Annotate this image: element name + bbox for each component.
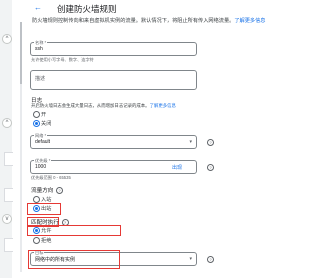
name-field[interactable]: 名称 * ssh bbox=[30, 40, 197, 56]
action-allow-label: 允许 bbox=[41, 228, 52, 234]
action-deny-label: 拒绝 bbox=[41, 238, 52, 244]
description-placeholder: 描述 bbox=[35, 76, 46, 82]
dropdown-icon: ▾ bbox=[189, 256, 192, 262]
panel-tab[interactable] bbox=[4, 238, 13, 252]
action-deny-radio[interactable] bbox=[33, 237, 40, 244]
logs-learn-more-link[interactable]: 了解更多信息 bbox=[150, 103, 176, 108]
help-icon[interactable]: ? bbox=[207, 164, 214, 171]
logs-on-label: 开 bbox=[41, 112, 47, 118]
intro-text: 防火墙规则控制传向和来自虚拟机实例的流量。默认情况下，将阻止所有传入网络流量。了… bbox=[32, 18, 266, 24]
action-allow-radio[interactable] bbox=[33, 227, 40, 234]
priority-hint: 优先级范围 0 - 65535 bbox=[31, 175, 71, 180]
network-value: default bbox=[35, 139, 51, 145]
page-title: 创建防火墙规则 bbox=[57, 4, 117, 14]
learn-more-link[interactable]: 了解更多信息 bbox=[234, 18, 265, 24]
description-field[interactable]: 描述 bbox=[30, 70, 197, 90]
panel-tab[interactable] bbox=[4, 188, 13, 202]
dropdown-icon: ▾ bbox=[189, 139, 192, 145]
panel-tab[interactable] bbox=[4, 152, 13, 166]
direction-egress-radio[interactable] bbox=[33, 205, 40, 212]
direction-egress-label: 出站 bbox=[41, 206, 52, 212]
logs-hint: 开启防火墙日志会生成大量日志，从而增加日志记录的成本。了解更多信息 bbox=[31, 103, 176, 108]
collapse-down-icon[interactable]: v bbox=[2, 214, 12, 224]
highlight-box bbox=[28, 250, 120, 269]
help-icon[interactable]: ? bbox=[55, 187, 63, 195]
priority-value[interactable]: 1000 bbox=[35, 164, 46, 170]
help-icon[interactable]: ? bbox=[207, 256, 214, 263]
back-arrow-icon[interactable]: ← bbox=[34, 3, 42, 12]
scrollbar-thumb[interactable] bbox=[20, 22, 22, 84]
direction-ingress-radio[interactable] bbox=[33, 196, 40, 203]
direction-ingress-label: 入站 bbox=[41, 197, 52, 203]
help-icon[interactable]: ? bbox=[207, 139, 214, 146]
logs-on-radio[interactable] bbox=[33, 111, 40, 118]
name-hint: 允许使用小写字母、数字、连字符 bbox=[31, 57, 94, 62]
collapse-up-icon[interactable]: ^ bbox=[2, 34, 12, 44]
priority-action-link[interactable]: 出现 bbox=[172, 164, 182, 171]
logs-off-radio[interactable] bbox=[33, 120, 40, 127]
logs-off-label: 关闭 bbox=[41, 121, 52, 127]
direction-label: 流量方向 ? bbox=[31, 186, 63, 195]
collapse-up-icon[interactable]: ^ bbox=[2, 118, 12, 128]
priority-field[interactable]: 优先级 * 1000 出现 bbox=[30, 158, 197, 174]
name-field-value[interactable]: ssh bbox=[35, 46, 43, 52]
network-select[interactable]: 网络 * default ▾ bbox=[30, 133, 197, 149]
